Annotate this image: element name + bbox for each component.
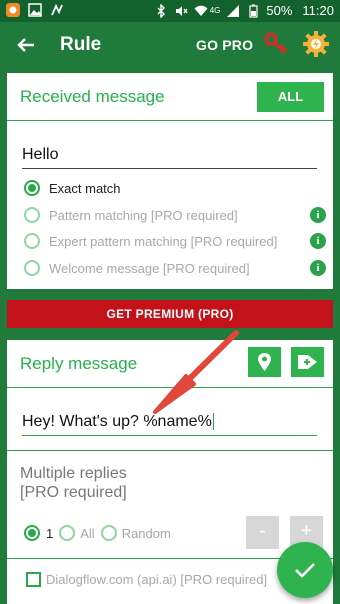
battery-icon	[249, 4, 258, 18]
option-welcome-message[interactable]: Welcome message [PRO required] i	[24, 258, 326, 278]
info-icon[interactable]: i	[310, 207, 326, 223]
reply-count-options: 1 All Random	[24, 523, 171, 543]
option-pattern-matching[interactable]: Pattern matching [PRO required] i	[24, 205, 326, 225]
clock: 11:20	[302, 3, 334, 18]
multiple-replies-pro-note: [PRO required]	[20, 484, 127, 501]
status-notification-icons	[6, 3, 64, 17]
status-system-icons: 4G 50% 11:20	[154, 3, 334, 18]
reply-message-header: Reply message	[7, 340, 333, 388]
reply-message-text: Hey! What's up? %name%	[22, 413, 212, 430]
received-message-title: Received message	[20, 87, 165, 106]
expert-pattern-radio[interactable]	[24, 233, 40, 249]
save-rule-button[interactable]	[277, 542, 333, 598]
reply-message-input[interactable]: Hey! What's up? %name%​	[22, 413, 317, 436]
expert-pattern-label: Expert pattern matching [PRO required]	[49, 233, 278, 249]
reply-one-radio[interactable]	[24, 525, 40, 541]
option-expert-pattern-matching[interactable]: Expert pattern matching [PRO required] i	[24, 231, 326, 251]
battery-percent: 50%	[266, 3, 293, 18]
welcome-message-radio[interactable]	[24, 260, 40, 276]
reply-all-label: All	[80, 525, 95, 541]
exact-match-radio[interactable]	[24, 180, 40, 196]
all-button[interactable]: ALL	[257, 82, 324, 112]
get-premium-button[interactable]: GET PREMIUM (PRO)	[7, 300, 333, 328]
decrease-replies-button[interactable]: -	[246, 516, 279, 549]
mute-icon	[175, 5, 188, 16]
page-title: Rule	[60, 34, 102, 55]
location-button[interactable]	[248, 347, 281, 377]
welcome-message-label: Welcome message [PRO required]	[49, 260, 250, 276]
pattern-matching-radio[interactable]	[24, 207, 40, 223]
multiple-replies-title: Multiple replies	[20, 465, 127, 482]
key-icon[interactable]	[263, 31, 289, 57]
info-icon[interactable]: i	[310, 233, 326, 249]
info-icon[interactable]: i	[310, 260, 326, 276]
share-notification-icon	[51, 3, 63, 16]
gear-icon[interactable]	[302, 30, 330, 58]
reply-random-radio[interactable]	[100, 525, 117, 541]
reply-random-label: Random	[121, 525, 171, 541]
received-message-header: Received message ALL	[7, 73, 333, 121]
arrow-left-icon[interactable]	[14, 33, 38, 57]
dialogflow-checkbox[interactable]	[26, 572, 41, 587]
received-message-card: Received message ALL Hello Exact match P…	[7, 73, 333, 289]
received-message-input[interactable]: Hello	[22, 146, 317, 169]
section-divider	[7, 450, 333, 451]
app-notification-icon	[6, 3, 20, 17]
exact-match-label: Exact match	[49, 180, 121, 196]
signal-icon	[227, 4, 240, 17]
checkmark-icon	[295, 563, 315, 578]
app-toolbar: Rule GO PRO	[0, 22, 340, 68]
text-cursor: ​	[212, 413, 214, 430]
option-exact-match[interactable]: Exact match	[24, 178, 326, 198]
pattern-matching-label: Pattern matching [PRO required]	[49, 207, 238, 223]
image-notification-icon	[28, 3, 42, 17]
go-pro-button[interactable]: GO PRO	[196, 37, 253, 53]
bluetooth-icon	[157, 3, 165, 18]
dialogflow-label: Dialogflow.com (api.ai) [PRO required]	[46, 572, 268, 587]
reply-one-label: 1	[46, 525, 54, 541]
reply-all-radio[interactable]	[59, 525, 76, 541]
wifi-icon	[194, 5, 208, 16]
network-type: 4G	[209, 6, 221, 15]
status-bar: 4G 50% 11:20	[0, 0, 340, 22]
add-tag-icon	[298, 355, 317, 369]
add-tag-button[interactable]	[291, 347, 324, 377]
reply-message-title: Reply message	[20, 354, 138, 373]
location-pin-icon	[258, 353, 271, 371]
